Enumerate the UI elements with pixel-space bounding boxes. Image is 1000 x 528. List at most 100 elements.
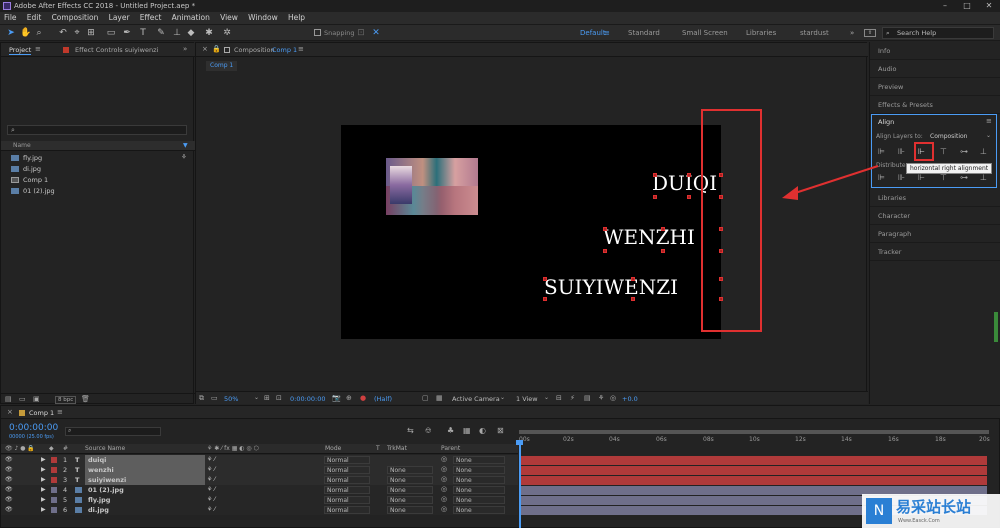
project-item[interactable]: Comp 1 bbox=[1, 175, 195, 186]
panel-tracker[interactable]: Tracker bbox=[870, 243, 1000, 261]
minimize-icon[interactable]: – bbox=[934, 0, 956, 12]
layer-label-color[interactable] bbox=[51, 477, 57, 483]
timeline-icon[interactable]: ▤ bbox=[584, 394, 591, 402]
layer-parent-dropdown[interactable]: None bbox=[453, 466, 505, 474]
work-area-bar[interactable] bbox=[519, 430, 989, 434]
lock-icon[interactable]: 🔒 bbox=[212, 45, 221, 53]
pick-whip-icon[interactable]: ◎ bbox=[441, 485, 447, 493]
expand-arrow-icon[interactable]: ▶ bbox=[41, 475, 46, 485]
expand-arrow-icon[interactable]: ▶ bbox=[41, 455, 46, 465]
selection-tool-icon[interactable]: ➤ bbox=[6, 28, 16, 38]
column-source-name[interactable]: Source Name bbox=[85, 445, 125, 452]
workspace-small-screen[interactable]: Small Screen bbox=[682, 29, 728, 37]
layer-name[interactable]: fly.jpg bbox=[85, 495, 205, 505]
puppet-tool-icon[interactable]: ✲ bbox=[222, 28, 232, 38]
tab-composition[interactable]: Composition bbox=[234, 46, 275, 54]
layer-duration-bar[interactable] bbox=[521, 476, 987, 485]
layer-mode-dropdown[interactable]: Normal bbox=[324, 496, 370, 504]
snapping-checkbox[interactable] bbox=[314, 29, 321, 36]
time-ruler[interactable]: 00s 02s 04s 06s 08s 10s 12s 14s 16s 18s … bbox=[519, 430, 995, 452]
layer-mode-dropdown[interactable]: Normal bbox=[324, 456, 370, 464]
align-left-icon[interactable]: ⊫ bbox=[878, 147, 885, 156]
project-tab-menu-icon[interactable]: ≡ bbox=[35, 45, 41, 53]
new-composition-icon[interactable]: ▣ bbox=[33, 395, 40, 403]
menu-animation[interactable]: Animation bbox=[168, 12, 214, 24]
pen-tool-icon[interactable]: ✒ bbox=[122, 28, 132, 38]
always-preview-icon[interactable]: ⧉ bbox=[199, 394, 204, 403]
share-icon[interactable]: ⇪ bbox=[864, 29, 876, 37]
pick-whip-icon[interactable]: ◎ bbox=[441, 465, 447, 473]
draft-3d-icon[interactable]: ⎊ bbox=[425, 426, 431, 436]
layer-mode-dropdown[interactable]: Normal bbox=[324, 476, 370, 484]
layer-trkmat-dropdown[interactable]: None bbox=[387, 486, 433, 494]
layer-trkmat-dropdown[interactable]: None bbox=[387, 496, 433, 504]
transform-handle[interactable] bbox=[543, 277, 547, 281]
pick-whip-icon[interactable]: ◎ bbox=[441, 505, 447, 513]
layer-label-color[interactable] bbox=[51, 487, 57, 493]
panel-audio[interactable]: Audio bbox=[870, 60, 1000, 78]
menu-effect[interactable]: Effect bbox=[136, 12, 166, 24]
distribute-bottom-icon[interactable]: ⊥ bbox=[980, 173, 987, 182]
frame-blending-icon[interactable]: ▦ bbox=[463, 426, 471, 435]
align-layers-to-dropdown[interactable]: Composition bbox=[930, 133, 967, 140]
timeline-search-input[interactable]: ⌕ bbox=[65, 427, 161, 436]
workspace-overflow-icon[interactable]: » bbox=[850, 29, 854, 37]
tab-composition-name[interactable]: Comp 1 bbox=[272, 46, 297, 54]
camera-view-dropdown[interactable]: Active Camera bbox=[452, 395, 500, 403]
close-icon[interactable]: ✕ bbox=[978, 0, 1000, 12]
layer-duration-bar[interactable] bbox=[521, 456, 987, 465]
menu-help[interactable]: Help bbox=[284, 12, 309, 24]
transform-handle[interactable] bbox=[631, 297, 635, 301]
transform-handle[interactable] bbox=[661, 249, 665, 253]
expand-arrow-icon[interactable]: ▶ bbox=[41, 465, 46, 475]
transform-handle[interactable] bbox=[543, 297, 547, 301]
tab-effect-controls[interactable]: Effect Controls suiyiwenzi bbox=[75, 46, 158, 54]
transparency-grid-icon[interactable]: ▦ bbox=[436, 394, 443, 402]
layer-switches[interactable]: ⚘ ⁄ bbox=[207, 455, 215, 465]
layer-trkmat-dropdown[interactable]: None bbox=[387, 506, 433, 514]
workspace-standard[interactable]: Standard bbox=[628, 29, 660, 37]
bit-depth-button[interactable]: 8 bpc bbox=[55, 396, 77, 404]
layer-mode-dropdown[interactable]: Normal bbox=[324, 486, 370, 494]
view-layout-dropdown[interactable]: 1 View bbox=[516, 395, 538, 403]
canvas-text-suiyiwenzi[interactable]: SUIYIWENZI bbox=[544, 275, 678, 299]
layer-trkmat-dropdown[interactable]: None bbox=[387, 476, 433, 484]
column-parent[interactable]: Parent bbox=[441, 445, 460, 452]
project-item[interactable]: di.jpg bbox=[1, 164, 195, 175]
layer-switches[interactable]: ⚘ ⁄ bbox=[207, 505, 215, 515]
workspace-libraries[interactable]: Libraries bbox=[746, 29, 776, 37]
snapshot-icon[interactable]: 📷 bbox=[332, 394, 341, 402]
interpret-footage-icon[interactable]: ▤ bbox=[5, 395, 12, 403]
layer-name[interactable]: di.jpg bbox=[85, 505, 205, 515]
layer-parent-dropdown[interactable]: None bbox=[453, 456, 505, 464]
safe-zones-icon[interactable]: ⊞ bbox=[264, 394, 270, 402]
workspace-menu-icon[interactable]: ≡ bbox=[604, 29, 610, 37]
visibility-eye-icon[interactable]: 👁 bbox=[5, 485, 13, 495]
layer-label-color[interactable] bbox=[51, 467, 57, 473]
hand-tool-icon[interactable]: ✋ bbox=[20, 28, 31, 38]
layer-switches[interactable]: ⚘ ⁄ bbox=[207, 495, 215, 505]
camera-tool-icon[interactable]: ⌖ bbox=[72, 28, 82, 38]
pick-whip-icon[interactable]: ◎ bbox=[441, 495, 447, 503]
pick-whip-icon[interactable]: ◎ bbox=[441, 455, 447, 463]
distribute-top-icon[interactable]: ⊤ bbox=[940, 173, 947, 182]
align-horizontal-center-icon[interactable]: ⊪ bbox=[898, 147, 905, 156]
rotate-tool-icon[interactable]: ↶ bbox=[58, 28, 68, 38]
menu-edit[interactable]: Edit bbox=[23, 12, 46, 24]
layer-images-preview[interactable] bbox=[386, 158, 478, 215]
transform-handle[interactable] bbox=[653, 173, 657, 177]
expand-arrow-icon[interactable]: ▶ bbox=[41, 505, 46, 515]
snap-features-icon[interactable]: ✕ bbox=[371, 28, 381, 38]
column-mode[interactable]: Mode bbox=[325, 445, 341, 452]
visibility-eye-icon[interactable]: 👁 bbox=[5, 465, 13, 475]
clone-stamp-tool-icon[interactable]: ⊥ bbox=[172, 28, 182, 38]
flowchart-icon[interactable]: ⚘ bbox=[598, 394, 604, 402]
toggle-pixel-aspect-icon[interactable]: ⊟ bbox=[556, 394, 562, 402]
menu-window[interactable]: Window bbox=[244, 12, 282, 24]
playhead-handle[interactable] bbox=[516, 440, 523, 445]
comp-mini-flowchart-icon[interactable]: ⇆ bbox=[407, 426, 414, 435]
workspace-default[interactable]: Default bbox=[580, 29, 606, 37]
distribute-right-icon[interactable]: ⊩ bbox=[918, 173, 925, 182]
graph-editor-icon[interactable]: ⊠ bbox=[497, 426, 504, 435]
project-item[interactable]: 01 (2).jpg bbox=[1, 186, 195, 197]
